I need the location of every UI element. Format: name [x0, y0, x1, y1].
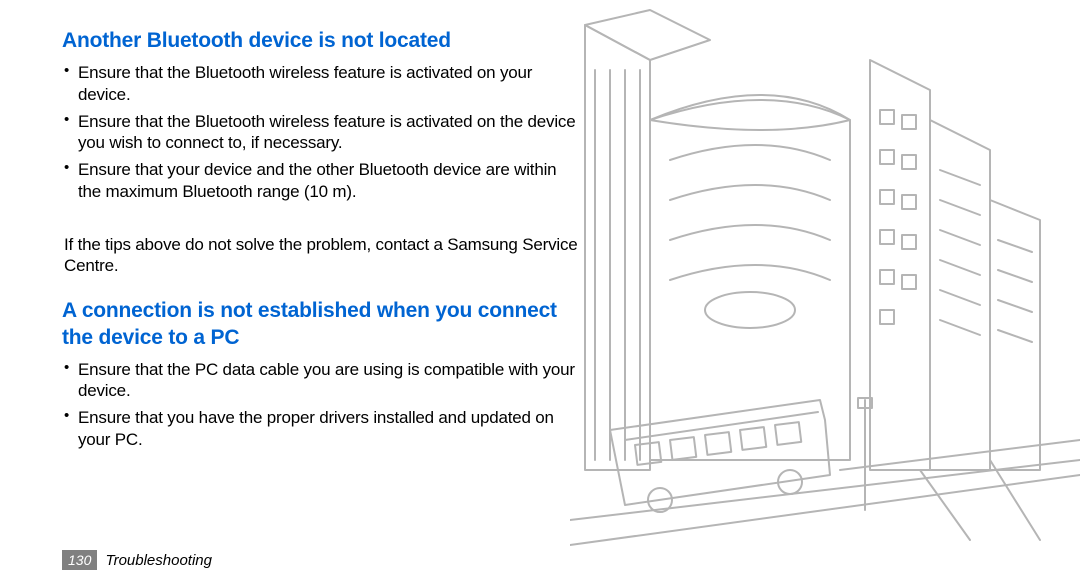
section-name: Troubleshooting	[106, 552, 212, 569]
list-item: Ensure that you have the proper drivers …	[78, 407, 582, 450]
list-item: Ensure that the Bluetooth wireless featu…	[78, 62, 582, 105]
heading-pc-connection: A connection is not established when you…	[62, 298, 582, 351]
page-number: 130	[62, 550, 97, 570]
manual-page: Another Bluetooth device is not located …	[0, 0, 1080, 586]
list-item: Ensure that the Bluetooth wireless featu…	[78, 111, 582, 154]
bluetooth-tips-list: Ensure that the Bluetooth wireless featu…	[62, 62, 582, 202]
contact-service-centre: If the tips above do not solve the probl…	[62, 234, 582, 277]
pc-tips-list: Ensure that the PC data cable you are us…	[62, 359, 582, 450]
content-column: Another Bluetooth device is not located …	[62, 28, 582, 450]
cityscape-illustration	[570, 0, 1080, 560]
list-item: Ensure that the PC data cable you are us…	[78, 359, 582, 402]
heading-bluetooth-not-located: Another Bluetooth device is not located	[62, 28, 582, 54]
list-item: Ensure that your device and the other Bl…	[78, 159, 582, 202]
page-footer: 130 Troubleshooting	[62, 550, 212, 570]
